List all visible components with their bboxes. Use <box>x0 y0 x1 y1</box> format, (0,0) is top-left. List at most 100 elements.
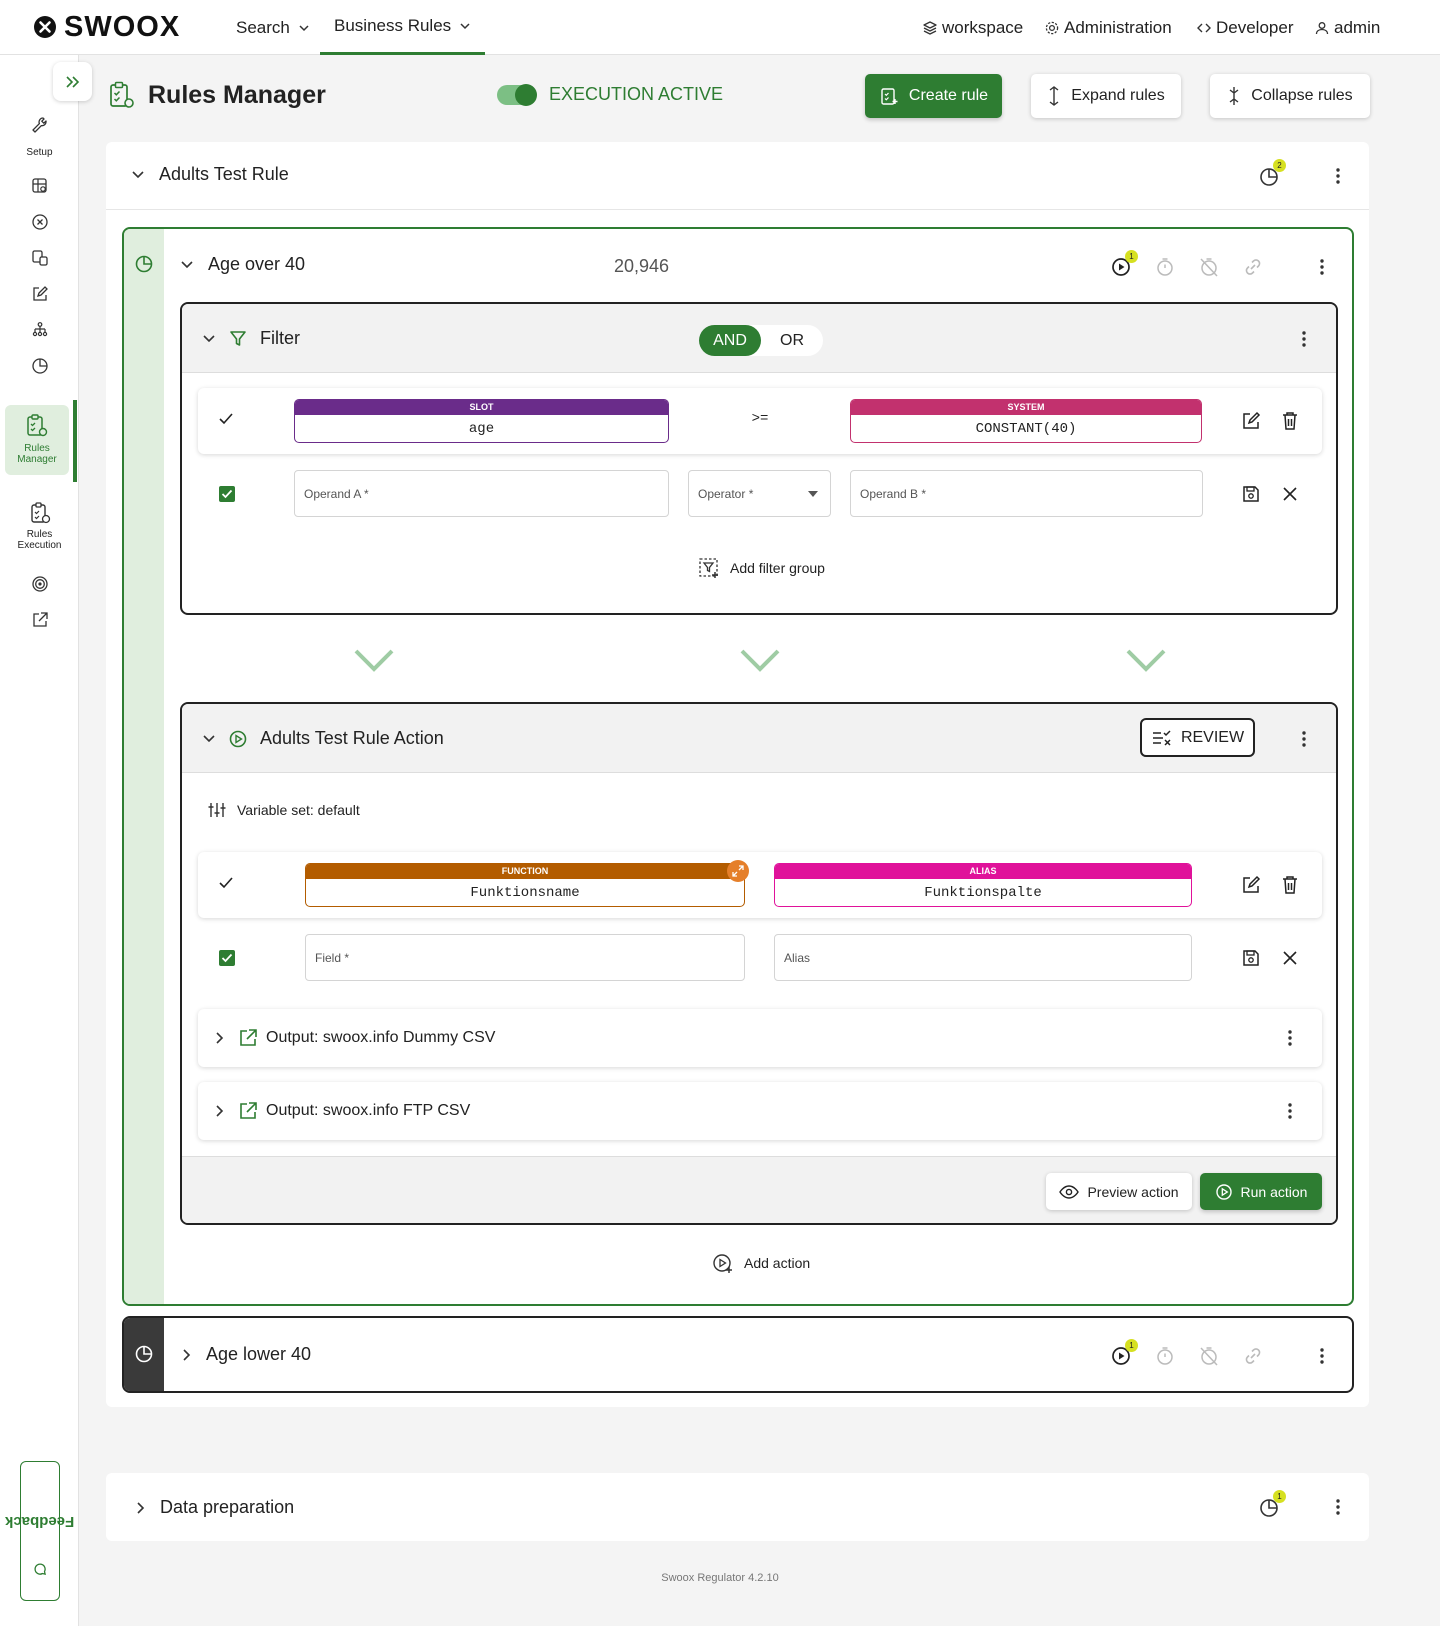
alias-input[interactable]: Alias <box>774 934 1192 981</box>
sidebar-item-variables[interactable] <box>0 213 79 231</box>
rule-group-header[interactable]: Adults Test Rule <box>131 164 289 185</box>
filter-icon <box>230 330 246 346</box>
eye-icon <box>1059 1184 1080 1199</box>
output-label: Output: swoox.info FTP CSV <box>266 1102 471 1119</box>
timer-icon[interactable] <box>1154 256 1176 278</box>
close-icon[interactable] <box>1282 486 1298 502</box>
link-icon[interactable] <box>1242 1345 1264 1367</box>
sidebar: Setup Rules Manager Rules Execution <box>0 55 79 1626</box>
operator-select[interactable]: Operator * <box>688 470 831 517</box>
nav-search[interactable]: Search <box>236 0 310 55</box>
function-chip[interactable]: FUNCTION Funktionsname <box>305 860 749 907</box>
collapse-rules-button[interactable]: Collapse rules <box>1210 74 1370 118</box>
delete-condition-icon[interactable] <box>1281 411 1299 431</box>
add-filter-group-icon <box>699 558 718 578</box>
link-icon[interactable] <box>1242 256 1264 278</box>
statistics-button[interactable]: 2 <box>1258 159 1286 188</box>
edit-mapping-icon[interactable] <box>1241 875 1261 895</box>
statistics-button[interactable]: 1 <box>1258 1490 1286 1519</box>
more-menu-icon[interactable] <box>1294 329 1314 349</box>
execution-toggle[interactable] <box>497 83 537 106</box>
chevron-right-icon <box>216 1032 224 1044</box>
more-menu-icon[interactable] <box>1312 1346 1332 1366</box>
rule-age-over-40: Age over 40 20,946 1 Filter AND OR SLOT … <box>122 227 1354 1306</box>
filter-title: Filter <box>260 328 300 348</box>
add-filter-group-label: Add filter group <box>730 560 825 576</box>
rule-header[interactable]: Age over 40 <box>180 254 305 275</box>
operand-a-chip[interactable]: SLOT age <box>294 399 669 443</box>
create-rule-button[interactable]: Create rule <box>865 74 1002 118</box>
nav-business-rules[interactable]: Business Rules <box>320 0 486 55</box>
review-label: REVIEW <box>1180 728 1245 746</box>
filter-toggle[interactable]: Filter <box>202 328 300 349</box>
alias-type: ALIAS <box>775 864 1191 879</box>
output-item[interactable]: Output: swoox.info Dummy CSV <box>198 1009 1322 1067</box>
and-option[interactable]: AND <box>699 325 761 356</box>
sidebar-item-setup[interactable]: Setup <box>0 115 79 158</box>
run-rule-button[interactable]: 1 <box>1110 250 1138 278</box>
run-action-button[interactable]: Run action <box>1200 1173 1322 1210</box>
sidebar-item-rules-manager[interactable]: Rules Manager <box>0 413 74 465</box>
create-rule-label: Create rule <box>908 87 989 104</box>
timer-icon[interactable] <box>1154 1345 1176 1367</box>
expand-function-icon[interactable] <box>727 860 749 882</box>
action-toggle[interactable]: Adults Test Rule Action <box>202 728 444 749</box>
and-or-toggle[interactable]: AND OR <box>699 325 823 356</box>
run-rule-button[interactable]: 1 <box>1110 1339 1138 1367</box>
alias-chip[interactable]: ALIAS Funktionspalte <box>774 863 1192 907</box>
output-item[interactable]: Output: swoox.info FTP CSV <box>198 1082 1322 1140</box>
edit-icon <box>32 286 48 301</box>
sidebar-item-target[interactable] <box>0 575 79 593</box>
more-menu-icon[interactable] <box>1312 257 1332 277</box>
sidebar-item-hierarchy[interactable] <box>0 321 79 339</box>
filter-panel: Filter AND OR SLOT age >= SYSTEM CONSTAN… <box>180 302 1338 615</box>
expand-rules-button[interactable]: Expand rules <box>1031 74 1181 118</box>
rule-header[interactable]: Age lower 40 <box>182 1344 311 1365</box>
sidebar-item-stats[interactable] <box>0 357 79 375</box>
more-menu-icon[interactable] <box>1328 1497 1348 1517</box>
field-input[interactable]: Field * <box>305 934 745 981</box>
nav-developer[interactable]: Developer <box>1196 0 1294 55</box>
operand-b-chip[interactable]: SYSTEM CONSTANT(40) <box>850 399 1202 443</box>
target-icon <box>31 576 48 592</box>
delete-mapping-icon[interactable] <box>1281 875 1299 895</box>
nav-user[interactable]: admin <box>1314 0 1380 55</box>
sidebar-item-rules-execution[interactable]: Rules Execution <box>0 501 79 551</box>
add-filter-group-button[interactable]: Add filter group <box>698 557 825 579</box>
rule-group-header[interactable]: Data preparation <box>136 1497 294 1518</box>
operand-a-type: SLOT <box>295 400 668 415</box>
variable-set[interactable]: Variable set: default <box>207 801 360 819</box>
sidebar-rules-manager-label: Rules Manager <box>17 443 57 465</box>
save-icon[interactable] <box>1241 948 1261 968</box>
condition-checkbox[interactable] <box>219 486 235 502</box>
save-icon[interactable] <box>1241 484 1261 504</box>
action-footer: Preview action Run action <box>182 1156 1336 1223</box>
sidebar-item-data[interactable] <box>0 177 79 195</box>
more-menu-icon[interactable] <box>1328 166 1348 186</box>
edit-condition-icon[interactable] <box>1241 411 1261 431</box>
sidebar-item-devices[interactable] <box>0 249 79 267</box>
review-icon <box>1152 729 1171 746</box>
flow-arrow-icon <box>740 649 780 672</box>
expand-sidebar-button[interactable] <box>53 62 92 101</box>
operand-a-input[interactable]: Operand A * <box>294 470 669 517</box>
review-button[interactable]: REVIEW <box>1140 718 1255 757</box>
preview-action-button[interactable]: Preview action <box>1046 1173 1192 1210</box>
more-menu-icon[interactable] <box>1294 729 1314 749</box>
more-menu-icon[interactable] <box>1280 1028 1300 1048</box>
or-option[interactable]: OR <box>761 325 823 356</box>
add-action-button[interactable]: Add action <box>712 1252 810 1274</box>
logo[interactable]: SWOOX <box>34 11 180 43</box>
operand-b-input[interactable]: Operand B * <box>850 470 1203 517</box>
more-menu-icon[interactable] <box>1280 1101 1300 1121</box>
mapping-checkbox[interactable] <box>219 950 235 966</box>
nav-administration[interactable]: Administration <box>1044 0 1172 55</box>
count-badge: 1 <box>1273 1490 1286 1503</box>
close-icon[interactable] <box>1282 950 1298 966</box>
sidebar-item-external[interactable] <box>0 611 79 629</box>
sidebar-item-edit[interactable] <box>0 285 79 303</box>
timer-off-icon[interactable] <box>1198 256 1220 278</box>
nav-workspace[interactable]: workspace <box>922 0 1023 55</box>
app-version: Swoox Regulator 4.2.10 <box>661 1572 779 1584</box>
timer-off-icon[interactable] <box>1198 1345 1220 1367</box>
